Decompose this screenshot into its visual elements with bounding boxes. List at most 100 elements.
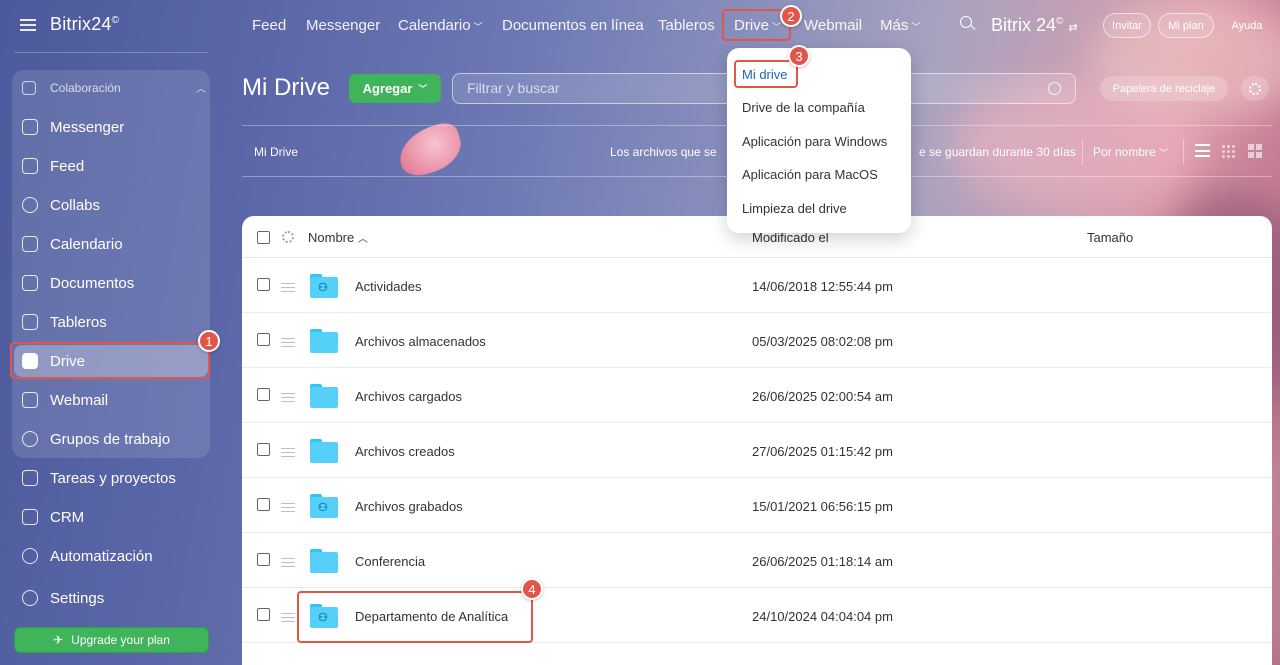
sidebar-item-label: Settings xyxy=(50,589,105,607)
topbar-brand[interactable]: Bitrix 24© ⇄ xyxy=(991,15,1078,36)
gear-icon[interactable] xyxy=(282,231,294,243)
settings-button[interactable] xyxy=(1241,76,1269,101)
folder-name[interactable]: Archivos almacenados xyxy=(355,334,486,349)
gear-icon xyxy=(1249,82,1261,95)
add-button[interactable]: Agregar ﹀ xyxy=(349,74,441,103)
row-checkbox[interactable] xyxy=(257,608,270,621)
step-highlight-my-drive xyxy=(734,60,798,88)
brand-logo[interactable]: Bitrix24© xyxy=(50,14,119,35)
table-row[interactable]: Archivos almacenados 05/03/2025 08:02:08 … xyxy=(242,313,1272,368)
table-row[interactable]: Archivos cargados 26/06/2025 02:00:54 am xyxy=(242,368,1272,423)
drag-handle-icon[interactable] xyxy=(281,338,295,347)
select-all-checkbox[interactable] xyxy=(257,231,270,244)
gear-icon xyxy=(22,590,38,606)
menu-item-drive-cleanup[interactable]: Limpieza del drive xyxy=(742,201,847,216)
sidebar-item-calendario[interactable]: Calendario xyxy=(14,228,208,260)
sidebar-brand: Bitrix24© xyxy=(20,14,119,35)
sidebar-item-feed[interactable]: Feed xyxy=(14,150,208,182)
calendar-icon xyxy=(22,236,38,252)
feed-icon xyxy=(22,158,38,174)
modified-date: 14/06/2018 12:55:44 pm xyxy=(752,279,893,294)
sidebar-item-label: Webmail xyxy=(50,391,109,409)
search-icon[interactable] xyxy=(1048,82,1061,95)
row-checkbox[interactable] xyxy=(257,498,270,511)
folder-name[interactable]: Actividades xyxy=(355,279,421,294)
drag-handle-icon[interactable] xyxy=(281,613,295,622)
collaboration-label: Colaboración xyxy=(50,80,121,95)
row-checkbox[interactable] xyxy=(257,278,270,291)
chevron-down-icon: ﹀ xyxy=(1159,148,1169,158)
sidebar-item-documentos[interactable]: Documentos xyxy=(14,267,208,299)
folder-icon xyxy=(310,384,338,408)
row-checkbox[interactable] xyxy=(257,388,270,401)
modified-date: 24/10/2024 04:04:04 pm xyxy=(752,609,893,624)
topnav-documentos[interactable]: Documentos en línea xyxy=(502,17,644,34)
recycle-bin-button[interactable]: Papelera de reciclaje xyxy=(1100,76,1228,101)
modified-date: 26/06/2025 01:18:14 am xyxy=(752,554,893,569)
row-checkbox[interactable] xyxy=(257,333,270,346)
modified-date: 15/01/2021 06:56:15 pm xyxy=(752,499,893,514)
shared-folder-icon: ⚇ xyxy=(310,494,338,518)
chevron-up-icon[interactable]: ︿ xyxy=(196,80,206,95)
modified-date: 26/06/2025 02:00:54 am xyxy=(752,389,893,404)
topnav-messenger[interactable]: Messenger xyxy=(306,17,380,34)
row-checkbox[interactable] xyxy=(257,553,270,566)
topnav-mas[interactable]: Más ﹀ xyxy=(880,17,920,34)
table-row[interactable]: ⚇ Actividades 14/06/2018 12:55:44 pm xyxy=(242,258,1272,313)
menu-item-windows-app[interactable]: Aplicación para Windows xyxy=(742,134,887,149)
table-row[interactable]: Archivos creados 27/06/2025 01:15:42 pm xyxy=(242,423,1272,478)
step-highlight-drive xyxy=(10,342,210,379)
menu-item-macos-app[interactable]: Aplicación para MacOS xyxy=(742,167,878,182)
drag-handle-icon[interactable] xyxy=(281,448,295,457)
table-row[interactable]: Conferencia 26/06/2025 01:18:14 am xyxy=(242,533,1272,588)
tasks-icon xyxy=(22,470,38,486)
topnav-tableros[interactable]: Tableros xyxy=(658,17,715,34)
column-size[interactable]: Tamaño xyxy=(1087,230,1133,245)
drag-handle-icon[interactable] xyxy=(281,283,295,292)
topnav-feed[interactable]: Feed xyxy=(252,17,286,34)
step-badge-1: 1 xyxy=(198,330,220,352)
drag-handle-icon[interactable] xyxy=(281,393,295,402)
shared-folder-icon: ⚇ xyxy=(310,274,338,298)
column-name[interactable]: Nombre ︿ xyxy=(308,230,368,245)
drag-handle-icon[interactable] xyxy=(281,558,295,567)
menu-icon[interactable] xyxy=(20,18,36,31)
sort-select[interactable]: Por nombre ﹀ xyxy=(1093,145,1168,159)
folder-name[interactable]: Archivos creados xyxy=(355,444,455,459)
sort-asc-icon: ︿ xyxy=(357,234,368,245)
sidebar-item-grupos[interactable]: Grupos de trabajo xyxy=(14,423,208,455)
drag-handle-icon[interactable] xyxy=(281,503,295,512)
invite-button[interactable]: Invitar xyxy=(1103,13,1151,38)
sidebar-item-webmail[interactable]: Webmail xyxy=(14,384,208,416)
sidebar-item-settings[interactable]: Settings xyxy=(14,582,208,614)
my-plan-button[interactable]: Mi plan xyxy=(1158,13,1214,38)
sidebar-item-messenger[interactable]: Messenger xyxy=(14,111,208,143)
chevron-down-icon: ﹀ xyxy=(473,22,483,32)
collaboration-icon xyxy=(22,80,36,95)
help-button[interactable]: Ayuda xyxy=(1222,13,1272,38)
add-label: Agregar xyxy=(362,81,413,96)
page-title: Mi Drive xyxy=(242,74,330,101)
topnav-webmail[interactable]: Webmail xyxy=(804,17,862,34)
search-icon[interactable] xyxy=(960,16,976,32)
topnav-calendario[interactable]: Calendario ﹀ xyxy=(398,17,483,34)
folder-name[interactable]: Conferencia xyxy=(355,554,425,569)
breadcrumb[interactable]: Mi Drive xyxy=(254,145,298,159)
sidebar-item-label: CRM xyxy=(50,508,85,526)
collaboration-header[interactable]: Colaboración ︿ xyxy=(22,80,206,95)
divider xyxy=(1082,139,1083,165)
sidebar-item-collabs[interactable]: Collabs xyxy=(14,189,208,221)
sidebar-item-tableros[interactable]: Tableros xyxy=(14,306,208,338)
list-view-icon[interactable] xyxy=(1195,144,1210,157)
folder-name[interactable]: Archivos grabados xyxy=(355,499,463,514)
row-checkbox[interactable] xyxy=(257,443,270,456)
sidebar-item-automatizacion[interactable]: Automatización xyxy=(14,540,208,572)
menu-item-company-drive[interactable]: Drive de la compañía xyxy=(742,100,865,115)
folder-name[interactable]: Archivos cargados xyxy=(355,389,462,404)
table-row[interactable]: ⚇ Archivos grabados 15/01/2021 06:56:15 pm xyxy=(242,478,1272,533)
sidebar-item-tareas[interactable]: Tareas y proyectos xyxy=(14,462,208,494)
tile-view-icon[interactable] xyxy=(1248,144,1262,158)
upgrade-plan-button[interactable]: ✈ Upgrade your plan xyxy=(14,627,209,653)
sidebar-item-crm[interactable]: CRM xyxy=(14,501,208,533)
grid-view-icon[interactable] xyxy=(1221,144,1235,158)
